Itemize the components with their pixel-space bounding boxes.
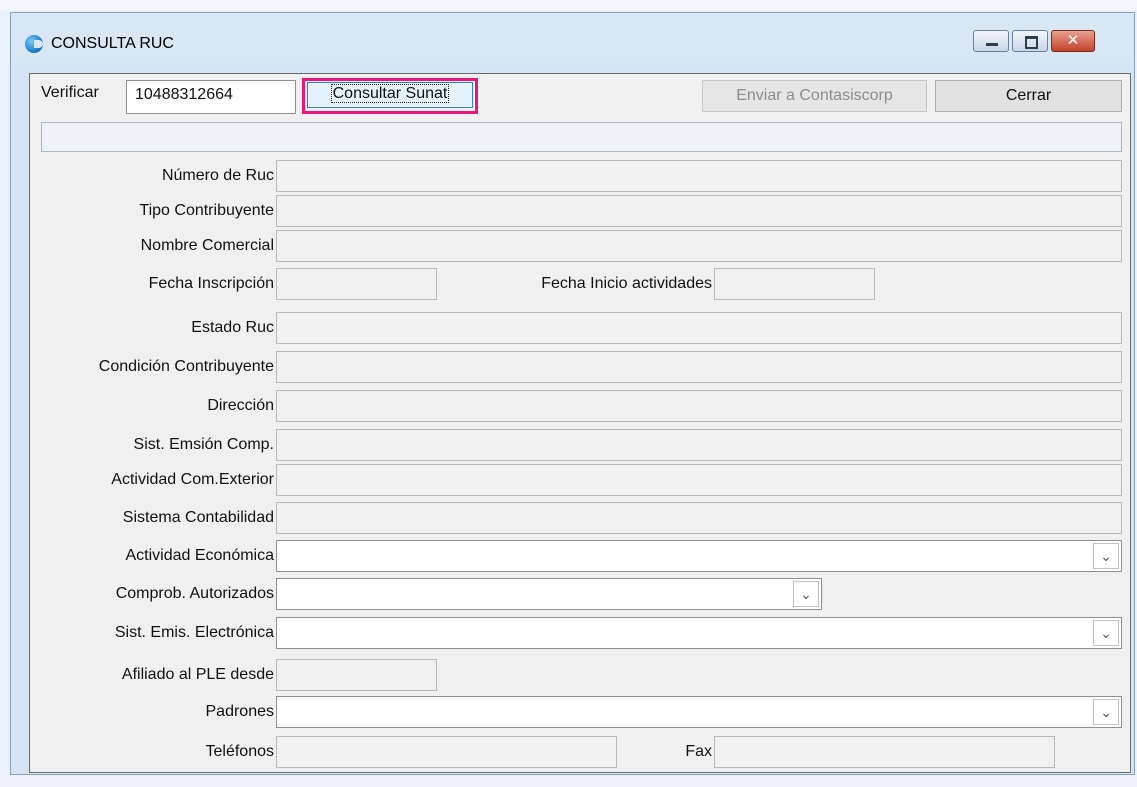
fecha-inicio-label: Fecha Inicio actividades (541, 275, 712, 292)
condicion-field (276, 351, 1122, 383)
background-strip (0, 0, 1137, 10)
chevron-down-icon[interactable]: ⌄ (793, 581, 819, 607)
fecha-inscripcion-label: Fecha Inscripción (148, 275, 274, 292)
consulta-ruc-window: CONSULTA RUC ✕ Verificar 10488312664 Con… (10, 12, 1135, 775)
padrones-select[interactable]: ⌄ (276, 696, 1122, 728)
afiliado-ple-field (276, 659, 437, 691)
close-icon: ✕ (1066, 32, 1080, 49)
chevron-down-icon[interactable]: ⌄ (1093, 699, 1119, 725)
telefonos-label: Teléfonos (205, 743, 275, 760)
sist-emis-electronica-label: Sist. Emis. Electrónica (114, 624, 274, 641)
sist-emision-label: Sist. Emsión Comp. (133, 436, 274, 453)
verificar-label: Verificar (41, 84, 99, 101)
chevron-down-icon[interactable]: ⌄ (1093, 620, 1119, 646)
maximize-button[interactable] (1012, 30, 1048, 52)
fax-label: Fax (685, 743, 712, 760)
tipo-contribuyente-label: Tipo Contribuyente (139, 202, 274, 219)
sist-emis-electronica-select[interactable]: ⌄ (276, 617, 1122, 649)
telefonos-field (276, 736, 617, 768)
fecha-inscripcion-field (276, 268, 437, 300)
chevron-down-icon[interactable]: ⌄ (1093, 543, 1119, 569)
ruc-input[interactable]: 10488312664 (126, 80, 296, 114)
numero-ruc-field (276, 160, 1122, 192)
form-panel: Verificar 10488312664 Consultar Sunat En… (29, 73, 1131, 773)
consultar-sunat-button[interactable]: Consultar Sunat (307, 82, 473, 108)
estado-ruc-field (276, 312, 1122, 344)
actividad-economica-select[interactable]: ⌄ (276, 540, 1122, 572)
actividad-com-exterior-label: Actividad Com.Exterior (111, 471, 274, 488)
consultar-sunat-label: Consultar Sunat (330, 84, 450, 103)
actividad-economica-label: Actividad Económica (125, 547, 274, 564)
nombre-comercial-label: Nombre Comercial (140, 237, 274, 254)
minimize-button[interactable] (973, 30, 1009, 52)
comprob-autorizados-label: Comprob. Autorizados (115, 585, 274, 602)
fax-field (714, 736, 1055, 768)
condicion-label: Condición Contribuyente (98, 358, 274, 375)
tipo-contribuyente-field (276, 195, 1122, 227)
close-window-button[interactable]: ✕ (1051, 30, 1095, 52)
afiliado-ple-label: Afiliado al PLE desde (121, 666, 274, 683)
direccion-field (276, 390, 1122, 422)
numero-ruc-label: Número de Ruc (161, 167, 274, 184)
status-bar (41, 122, 1122, 152)
cerrar-button[interactable]: Cerrar (935, 80, 1122, 112)
direccion-label: Dirección (207, 397, 274, 414)
maximize-icon (1025, 36, 1038, 49)
app-circle-icon (25, 35, 43, 53)
actividad-com-exterior-field (276, 464, 1122, 496)
enviar-contasiscorp-button: Enviar a Contasiscorp (702, 80, 927, 112)
window-title: CONSULTA RUC (51, 35, 174, 52)
title-bar[interactable]: CONSULTA RUC ✕ (11, 13, 1134, 63)
padrones-label: Padrones (205, 703, 275, 720)
sistema-contabilidad-field (276, 502, 1122, 534)
fecha-inicio-field (714, 268, 875, 300)
estado-ruc-label: Estado Ruc (191, 319, 274, 336)
minimize-icon (986, 43, 998, 46)
sist-emision-field (276, 429, 1122, 461)
sistema-contabilidad-label: Sistema Contabilidad (122, 509, 274, 526)
nombre-comercial-field (276, 230, 1122, 262)
comprob-autorizados-select[interactable]: ⌄ (276, 578, 822, 610)
